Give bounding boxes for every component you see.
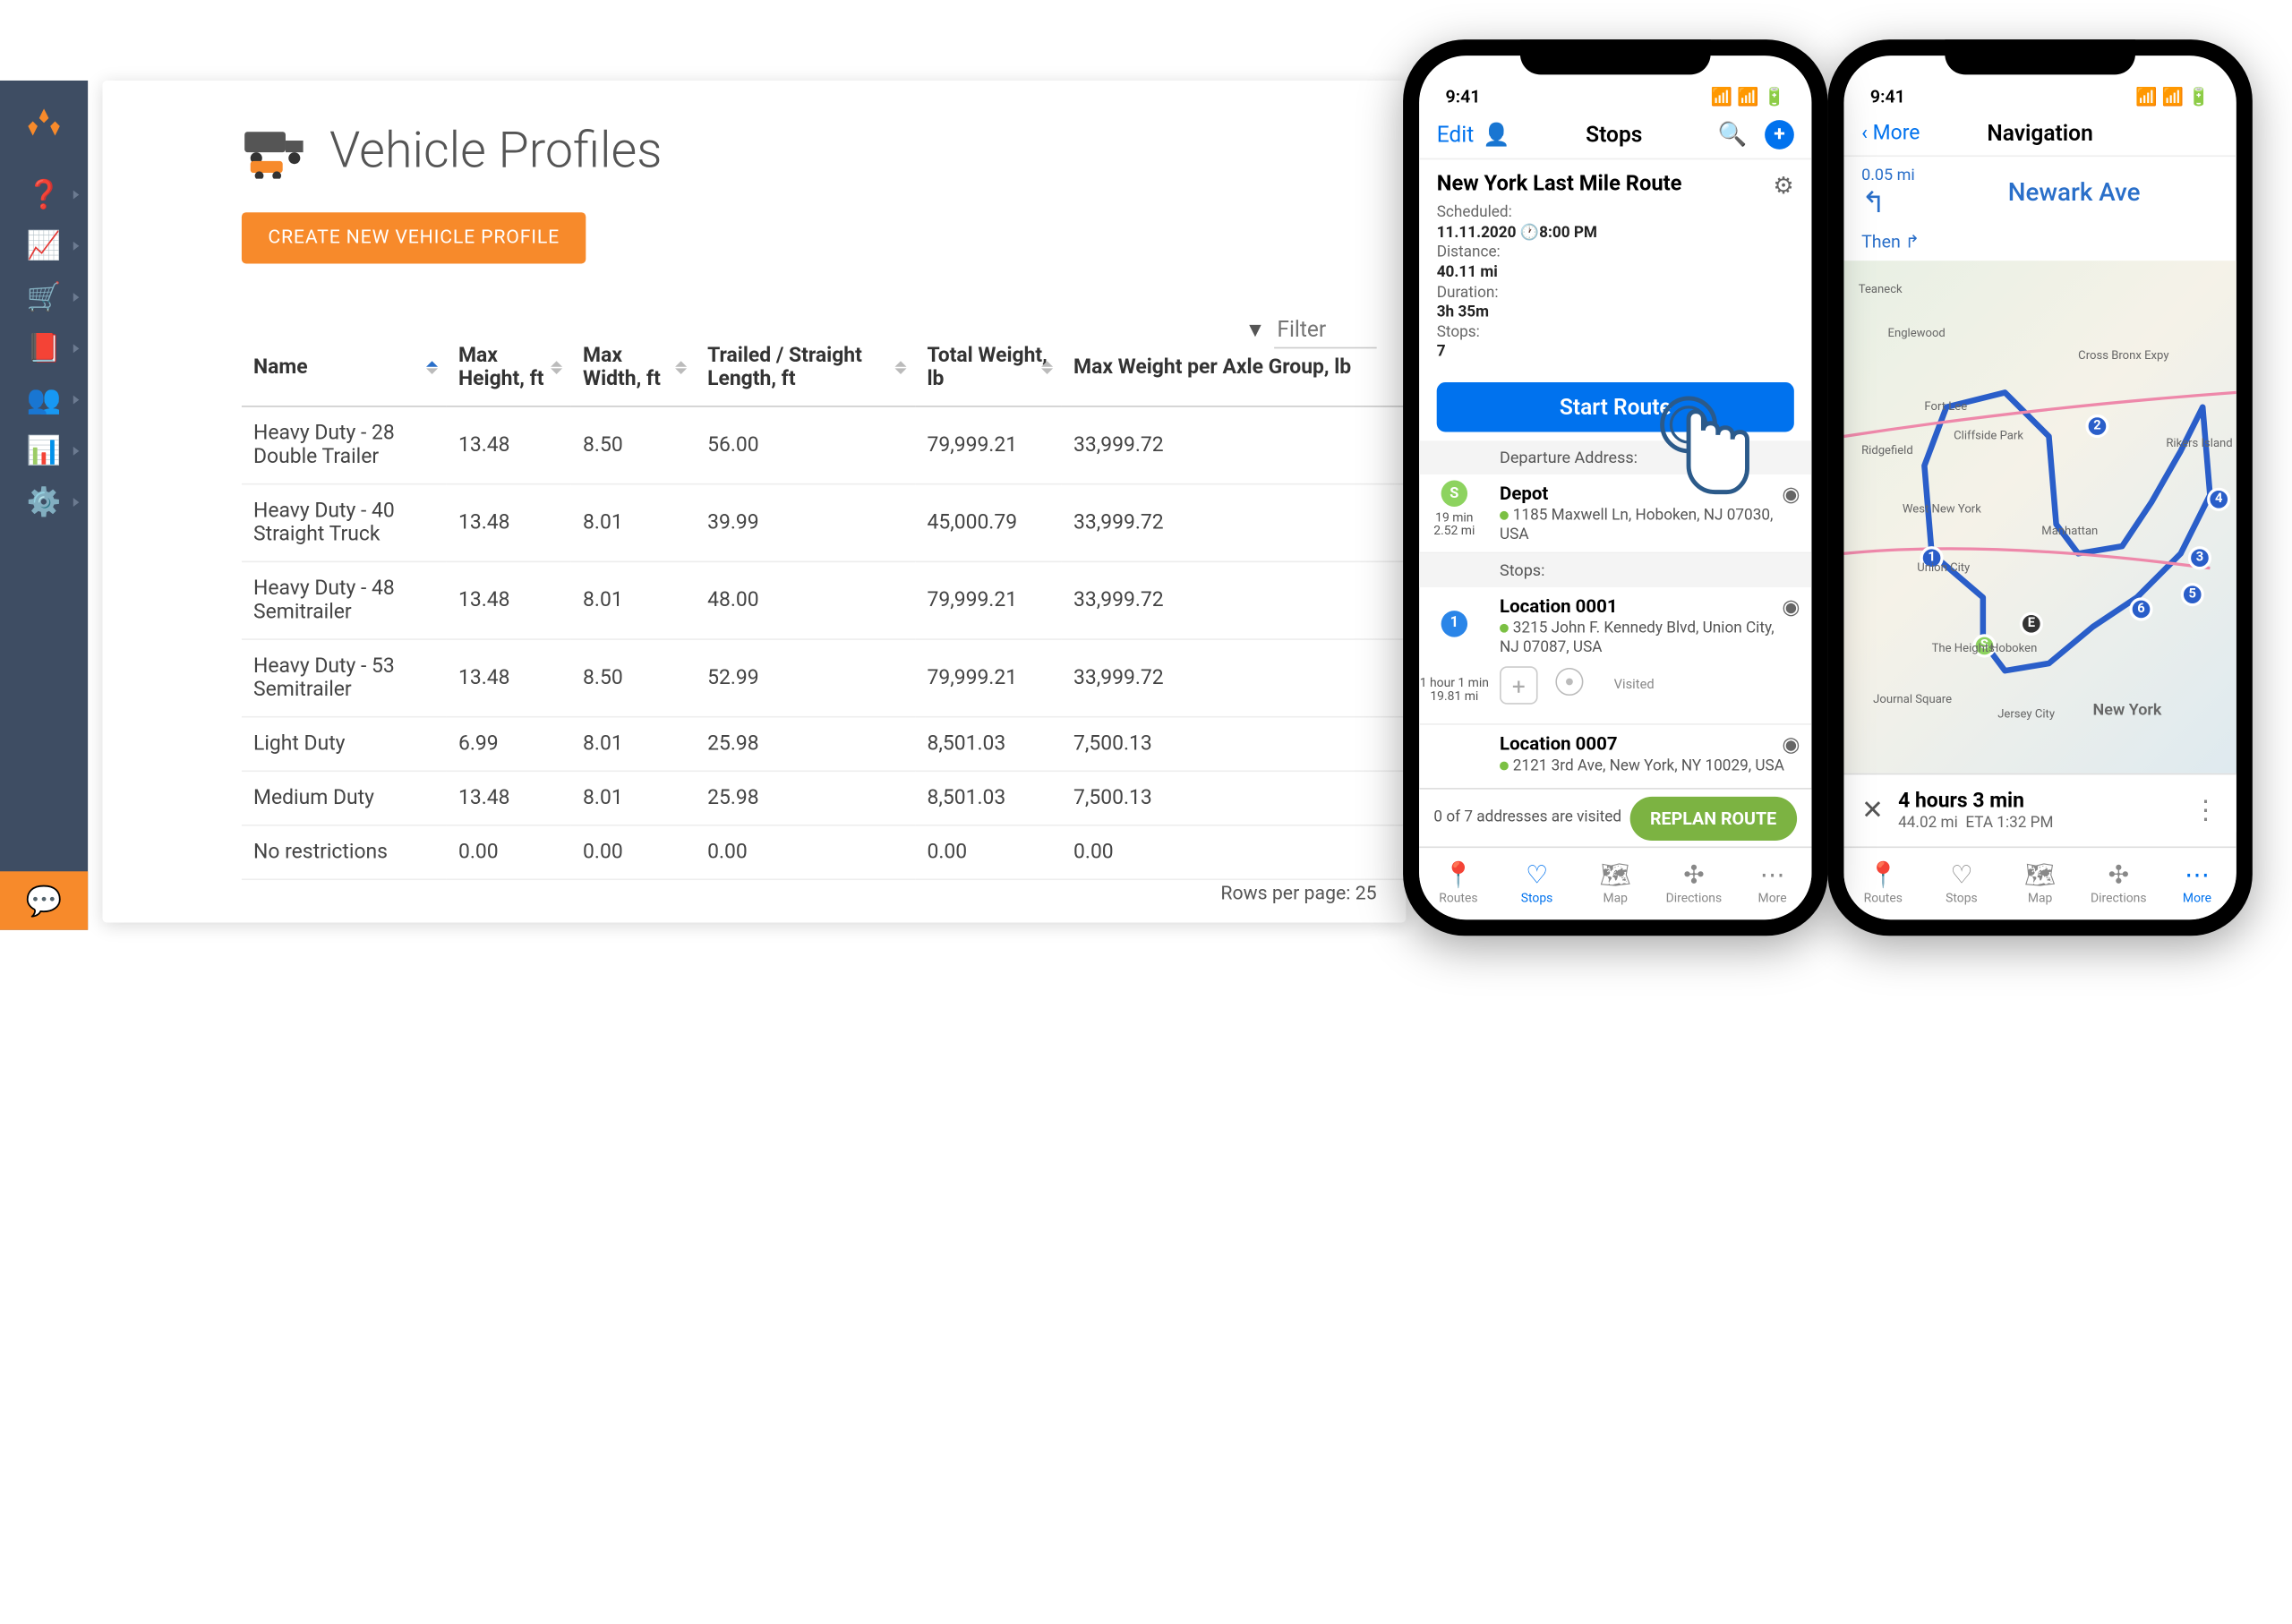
- stops-label: Stops:: [1419, 554, 1811, 588]
- logo[interactable]: [0, 81, 88, 168]
- sidebar-item-team[interactable]: 👥: [0, 373, 88, 424]
- summary-duration: 4 hours 3 min: [1898, 790, 2053, 813]
- bottom-tabs: 📍Routes ♡Stops 🗺Map ✣Directions ⋯More: [1419, 846, 1811, 919]
- summary-more-icon[interactable]: ⋮: [2193, 795, 2219, 825]
- close-summary-button[interactable]: ✕: [1861, 795, 1884, 825]
- main-panel: Vehicle Profiles CREATE NEW VEHICLE PROF…: [103, 81, 1407, 923]
- nav-title: Navigation: [1861, 120, 2219, 146]
- bottom-tabs: 📍Routes ♡Stops 🗺Map ✣Directions ⋯More: [1843, 846, 2236, 919]
- rows-per-page[interactable]: Rows per page: 25: [1220, 883, 1376, 905]
- wheel-icon: ◉: [1782, 734, 1800, 757]
- col-name[interactable]: Name: [242, 329, 447, 406]
- col-axle-weight[interactable]: Max Weight per Axle Group, lb: [1062, 329, 1442, 406]
- phone-navigation-mockup: 9:41 📶📶🔋 ‹ More Navigation 0.05 mi ↰ New…: [1827, 39, 2252, 936]
- page-title: Vehicle Profiles: [329, 122, 662, 180]
- route-settings-icon[interactable]: ⚙: [1773, 171, 1793, 199]
- route-metadata: Scheduled: 11.11.2020 🕐8:00 PM Distance:…: [1437, 202, 1794, 363]
- edit-button[interactable]: Edit 👤: [1437, 122, 1510, 148]
- stop-1[interactable]: ◉ Location 0001 3215 John F. Kennedy Blv…: [1419, 587, 1811, 725]
- replan-route-button[interactable]: REPLAN ROUTE: [1629, 796, 1797, 840]
- tab-map[interactable]: 🗺Map: [1576, 848, 1655, 919]
- stop-7[interactable]: ◉ Location 0007 2121 3rd Ave, New York, …: [1419, 725, 1811, 783]
- table-row[interactable]: Heavy Duty - 28 Double Trailer13.488.505…: [242, 406, 1442, 484]
- wheel-icon: ◉: [1782, 596, 1800, 620]
- tab-directions[interactable]: ✣Directions: [1655, 848, 1733, 919]
- vehicle-icon: [242, 123, 312, 178]
- wheel-icon: ◉: [1782, 483, 1800, 507]
- map[interactable]: S E 1 2 3 4 5 6 Teaneck Englewood Fort L…: [1843, 261, 2236, 832]
- table-row[interactable]: Medium Duty13.488.0125.988,501.037,500.1…: [242, 771, 1442, 825]
- tab-directions[interactable]: ✣Directions: [2079, 848, 2158, 919]
- search-icon[interactable]: 🔍: [1718, 120, 1748, 150]
- sidebar-item-routes[interactable]: 📈: [0, 219, 88, 270]
- phone-stops-mockup: 9:41 📶📶🔋 Edit 👤 Stops 🔍 + New York Last …: [1403, 39, 1827, 936]
- table-row[interactable]: Light Duty6.998.0125.988,501.037,500.13: [242, 717, 1442, 772]
- route-title: New York Last Mile Route: [1437, 171, 1794, 196]
- sidebar-item-analytics[interactable]: 📊: [0, 424, 88, 475]
- user-icon: 👤: [1483, 122, 1510, 148]
- nav-title: Stops: [1586, 122, 1642, 148]
- add-button[interactable]: +: [1765, 120, 1794, 150]
- tab-routes[interactable]: 📍Routes: [1419, 848, 1498, 919]
- sidebar-item-settings[interactable]: ⚙️: [0, 476, 88, 527]
- sidebar-item-orders[interactable]: 🛒: [0, 271, 88, 322]
- turn-then: Then ↱: [1843, 228, 2236, 261]
- tab-more[interactable]: ⋯More: [2158, 848, 2236, 919]
- sidebar: ❓ 📈 🛒 📕 👥 📊 ⚙️ 💬: [0, 81, 88, 930]
- tab-stops[interactable]: ♡Stops: [1922, 848, 2001, 919]
- chat-button[interactable]: 💬: [0, 871, 88, 929]
- add-note-button[interactable]: +: [1500, 666, 1538, 705]
- fingerprint-icon[interactable]: ☉: [1552, 662, 1599, 709]
- col-total-weight[interactable]: Total Weight, lb: [915, 329, 1062, 406]
- summary-sub: 44.02 mi ETA 1:32 PM: [1898, 813, 2053, 832]
- hand-pointer-icon: [1659, 396, 1762, 513]
- table-row[interactable]: Heavy Duty - 48 Semitrailer13.488.0148.0…: [242, 561, 1442, 639]
- create-vehicle-profile-button[interactable]: CREATE NEW VEHICLE PROFILE: [242, 212, 586, 263]
- tab-stops[interactable]: ♡Stops: [1498, 848, 1577, 919]
- address-count: 0 of 7 addresses are visited: [1433, 808, 1621, 827]
- tab-routes[interactable]: 📍Routes: [1843, 848, 1922, 919]
- table-row[interactable]: Heavy Duty - 40 Straight Truck13.488.013…: [242, 484, 1442, 562]
- col-max-width[interactable]: Max Width, ft: [571, 329, 696, 406]
- tab-more[interactable]: ⋯More: [1733, 848, 1812, 919]
- sidebar-item-addressbook[interactable]: 📕: [0, 322, 88, 373]
- col-max-height[interactable]: Max Height, ft: [447, 329, 571, 406]
- turn-instruction: 0.05 mi ↰ Newark Ave: [1843, 157, 2236, 228]
- tab-map[interactable]: 🗺Map: [2001, 848, 2080, 919]
- table-row[interactable]: No restrictions0.000.000.000.000.00: [242, 825, 1442, 880]
- vehicle-profiles-table: Name Max Height, ft Max Width, ft Traile…: [242, 329, 1442, 880]
- sidebar-item-help[interactable]: ❓: [0, 168, 88, 219]
- table-row[interactable]: Heavy Duty - 53 Semitrailer13.488.5052.9…: [242, 639, 1442, 717]
- col-length[interactable]: Trailed / Straight Length, ft: [696, 329, 915, 406]
